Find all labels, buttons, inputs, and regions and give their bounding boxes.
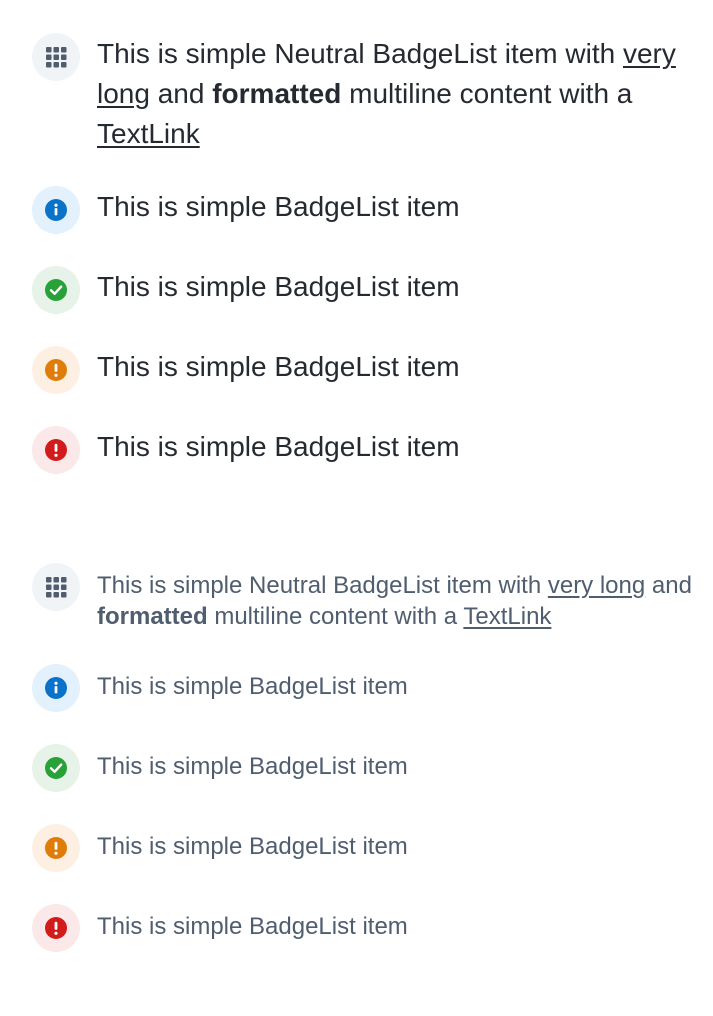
formatted-bold-text: formatted — [212, 78, 342, 109]
check-icon — [32, 744, 80, 792]
text-link[interactable]: TextLink — [463, 603, 551, 630]
badge-list-item-neutral: This is simple Neutral BadgeList item wi… — [32, 563, 692, 632]
badge-list-item-critical: This is simple BadgeList item — [32, 426, 692, 474]
badge-list-item-success: This is simple BadgeList item — [32, 744, 692, 792]
badge-list-item-label: This is simple BadgeList item — [97, 431, 460, 462]
badge-list-item-warning: This is simple BadgeList item — [32, 346, 692, 394]
info-icon — [32, 186, 80, 234]
text-segment: and — [645, 572, 692, 599]
badge-list-item-label: This is simple BadgeList item — [97, 191, 460, 222]
text-segment: multiline content with a — [341, 78, 633, 109]
text-segment: multiline content with a — [207, 603, 464, 630]
text-segment: and — [149, 78, 213, 109]
badge-list-item-label: This is simple BadgeList item — [97, 271, 460, 302]
text-link[interactable]: TextLink — [97, 118, 200, 149]
badge-list-large: This is simple Neutral BadgeList item wi… — [32, 33, 692, 506]
badge-list-item-warning: This is simple BadgeList item — [32, 824, 692, 872]
badge-list-item-text: This is simple Neutral BadgeList item wi… — [97, 34, 692, 154]
text-segment: This is simple Neutral BadgeList item wi… — [97, 38, 623, 69]
badge-list-item-neutral: This is simple Neutral BadgeList item wi… — [32, 33, 692, 154]
badge-list-item-info: This is simple BadgeList item — [32, 186, 692, 234]
grid-icon — [32, 33, 80, 81]
badge-list-item-label: This is simple BadgeList item — [97, 913, 408, 940]
badge-list-item-critical: This is simple BadgeList item — [32, 904, 692, 952]
text-segment: This is simple Neutral BadgeList item wi… — [97, 572, 548, 599]
badge-list-item-info: This is simple BadgeList item — [32, 664, 692, 712]
alert-icon — [32, 426, 80, 474]
very-long-link[interactable]: very long — [548, 572, 645, 599]
badge-list-item-success: This is simple BadgeList item — [32, 266, 692, 314]
info-icon — [32, 664, 80, 712]
grid-icon — [32, 563, 80, 611]
badge-list-item-label: This is simple BadgeList item — [97, 351, 460, 382]
badge-list-small: This is simple Neutral BadgeList item wi… — [32, 563, 692, 984]
badge-list-item-label: This is simple BadgeList item — [97, 753, 408, 780]
alert-icon — [32, 824, 80, 872]
formatted-bold-text: formatted — [97, 603, 208, 630]
check-icon — [32, 266, 80, 314]
badge-list-item-text: This is simple Neutral BadgeList item wi… — [97, 570, 692, 632]
badge-list-item-label: This is simple BadgeList item — [97, 833, 408, 860]
badge-list-item-label: This is simple BadgeList item — [97, 673, 408, 700]
alert-icon — [32, 904, 80, 952]
alert-icon — [32, 346, 80, 394]
